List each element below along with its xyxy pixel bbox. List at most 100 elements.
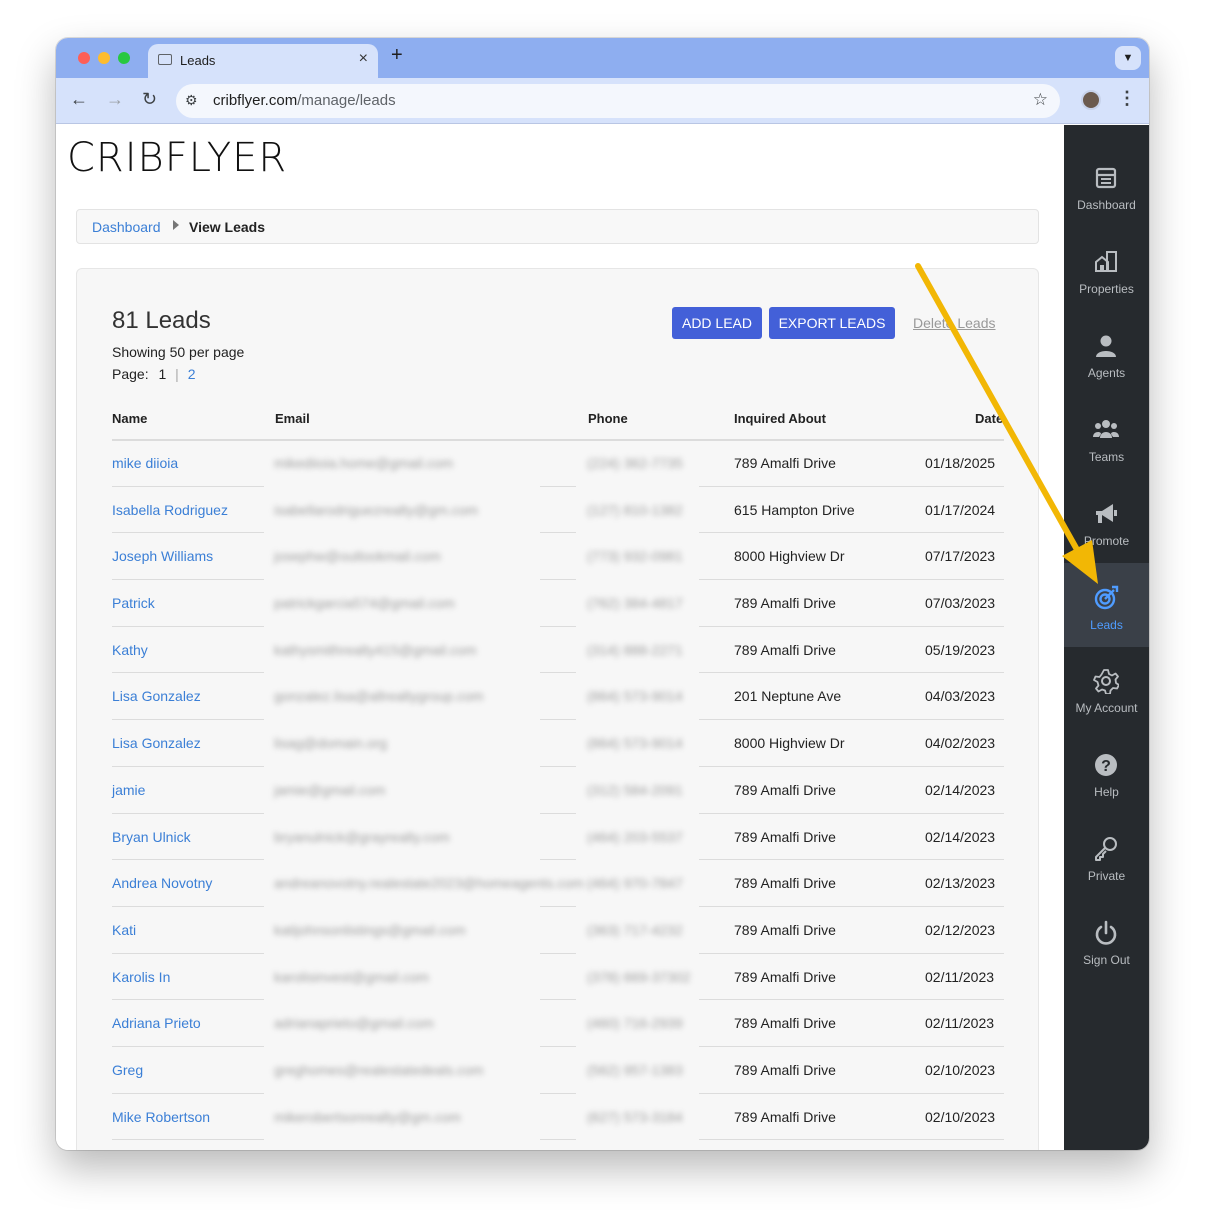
lead-phone: (363) 717-4232 — [587, 921, 683, 938]
table-row: Adriana Prieto adrianaprieto@gmail.com (46… — [112, 1000, 1004, 1047]
sidebar-item-private[interactable]: Private — [1064, 814, 1149, 898]
lead-date: 05/19/2023 — [925, 641, 996, 658]
lead-name-link[interactable]: Joseph Williams — [112, 548, 213, 564]
lead-name-link[interactable]: Andrea Novotny — [112, 875, 212, 891]
lead-inquired-about: 789 Amalfi Drive — [734, 455, 836, 471]
site-settings-icon[interactable]: ⚙ — [185, 92, 198, 109]
page-2-link[interactable]: 2 — [188, 366, 196, 382]
sidebar-item-my-account[interactable]: My Account — [1064, 646, 1149, 730]
lead-phone: (314) 888-2271 — [587, 641, 683, 658]
close-window-button[interactable] — [78, 52, 90, 64]
leads-count-heading: 81 Leads — [112, 307, 211, 334]
breadcrumb-separator-icon — [173, 220, 179, 230]
table-row: jamie jamie@gmail.com (312) 584-2091 789 Am… — [112, 767, 1004, 814]
forward-button[interactable]: → — [106, 89, 124, 110]
lead-date: 02/11/2023 — [925, 1015, 995, 1032]
lead-name-link[interactable]: Kathy — [112, 642, 148, 658]
add-lead-button[interactable]: ADD LEAD — [672, 307, 762, 339]
lead-inquired-about: 615 Hampton Drive — [734, 501, 855, 518]
lead-date: 07/03/2023 — [925, 595, 996, 612]
column-header-date[interactable]: Date — [975, 411, 1003, 426]
help-icon: ? — [1095, 754, 1117, 777]
dashboard-icon — [1095, 167, 1117, 189]
url-text[interactable]: cribflyer.com/manage/leads — [213, 92, 396, 109]
lead-name-link[interactable]: Adriana Prieto — [112, 1015, 201, 1031]
sidebar-item-properties[interactable]: Properties — [1064, 227, 1149, 311]
page-current: 1 — [158, 366, 167, 382]
pagination: Page: 1 | 2 — [112, 366, 196, 382]
page-content: CRIBFLYER Dashboard View Leads 81 Leads … — [56, 125, 1064, 1150]
sidebar-item-help[interactable]: ? Help — [1064, 730, 1149, 814]
browser-window: Leads × + ▼ ← → ↻ ⚙ cribflyer.com/manage… — [56, 38, 1149, 1150]
back-button[interactable]: ← — [70, 89, 88, 110]
power-icon — [1095, 920, 1117, 945]
lead-phone: (864) 573-9014 — [587, 688, 683, 705]
column-header-email[interactable]: Email — [275, 411, 310, 426]
lead-date: 02/14/2023 — [925, 828, 996, 845]
lead-email: bryanulnick@grayrealty.com — [274, 828, 450, 845]
lead-name-link[interactable]: jamie — [112, 782, 145, 798]
lead-email: isabellarodriguezrealty@gm.com — [274, 501, 479, 518]
table-row: Andrea Novotny andreanovotny.realestate20… — [112, 860, 1004, 907]
table-row: Karolis In karolisinvest@gmail.com (378) 6… — [112, 954, 1004, 1001]
sidebar-item-leads[interactable]: Leads — [1064, 562, 1149, 647]
tab-close-button[interactable]: × — [359, 50, 368, 68]
site-logo[interactable]: CRIBFLYER — [67, 135, 287, 181]
properties-icon — [1095, 250, 1117, 272]
lead-phone: (773) 932-0981 — [587, 548, 683, 565]
sidebar-item-agents[interactable]: Agents — [1064, 311, 1149, 395]
lead-date: 02/13/2023 — [925, 875, 996, 892]
table-row: Lisa Gonzalez gonzalez.lisa@allrealtygrou… — [112, 673, 1004, 721]
lead-name-link[interactable]: Lisa Gonzalez — [112, 688, 201, 704]
lead-phone: (224) 362-7735 — [587, 455, 683, 471]
browser-tab[interactable]: Leads × — [148, 44, 378, 78]
maximize-window-button[interactable] — [118, 52, 130, 64]
column-header-inquired-about[interactable]: Inquired About — [734, 411, 826, 426]
bookmark-star-icon[interactable]: ☆ — [1033, 90, 1048, 110]
address-bar[interactable]: ⚙ cribflyer.com/manage/leads ☆ — [176, 84, 1060, 118]
column-header-phone[interactable]: Phone — [588, 411, 628, 426]
sidebar-item-teams[interactable]: Teams — [1064, 395, 1149, 479]
table-row: Kathy kathysmithrealty415@gmail.com (314) … — [112, 627, 1004, 674]
table-row: mike diioia mikediioia.home@gmail.com (224… — [112, 440, 1004, 487]
browser-menu-icon[interactable]: ⋮ — [1118, 88, 1136, 109]
sidebar-item-label: My Account — [1075, 701, 1138, 716]
lead-date: 02/14/2023 — [925, 781, 996, 798]
lead-name-link[interactable]: Karolis In — [112, 969, 170, 985]
lead-name-link[interactable]: Patrick — [112, 595, 155, 611]
lead-name-link[interactable]: Lisa Gonzalez — [112, 735, 201, 751]
lead-email: mikerobertsonrealty@gm.com — [274, 1108, 461, 1125]
breadcrumb-current: View Leads — [189, 219, 266, 235]
lead-inquired-about: 789 Amalfi Drive — [734, 921, 836, 938]
lead-inquired-about: 201 Neptune Ave — [734, 688, 842, 705]
minimize-window-button[interactable] — [98, 52, 110, 64]
lead-name-link[interactable]: Bryan Ulnick — [112, 829, 191, 845]
tab-bar: Leads × + ▼ — [56, 38, 1149, 78]
sidebar-item-dashboard[interactable]: Dashboard — [1064, 143, 1149, 227]
lead-email: patrickgarcia574@gmail.com — [274, 595, 455, 612]
row-divider — [112, 1139, 264, 1141]
new-tab-button[interactable]: + — [391, 44, 403, 67]
lead-name-link[interactable]: Mike Robertson — [112, 1109, 210, 1125]
tab-title: Leads — [180, 53, 216, 68]
export-leads-button[interactable]: EXPORT LEADS — [769, 307, 895, 339]
lead-inquired-about: 8000 Highview Dr — [734, 548, 845, 565]
column-header-name[interactable]: Name — [112, 411, 147, 426]
lead-inquired-about: 789 Amalfi Drive — [734, 828, 836, 845]
sidebar-item-label: Sign Out — [1083, 953, 1130, 968]
lead-name-link[interactable]: mike diioia — [112, 455, 178, 471]
sidebar-item-sign-out[interactable]: Sign Out — [1064, 898, 1149, 982]
lead-name-link[interactable]: Greg — [112, 1062, 143, 1078]
agent-icon — [1096, 335, 1116, 357]
megaphone-icon — [1096, 503, 1117, 523]
lead-name-link[interactable]: Kati — [112, 922, 136, 938]
reload-button[interactable]: ↻ — [142, 89, 157, 110]
breadcrumb-dashboard-link[interactable]: Dashboard — [92, 219, 161, 235]
lead-name-link[interactable]: Isabella Rodriguez — [112, 502, 228, 518]
lead-phone: (627) 573-3184 — [587, 1108, 683, 1125]
delete-leads-link[interactable]: Delete Leads — [913, 315, 996, 331]
tab-search-button[interactable]: ▼ — [1115, 46, 1141, 70]
favicon-icon — [158, 54, 172, 65]
sidebar-item-promote[interactable]: Promote — [1064, 479, 1149, 563]
profile-avatar[interactable] — [1081, 90, 1101, 110]
